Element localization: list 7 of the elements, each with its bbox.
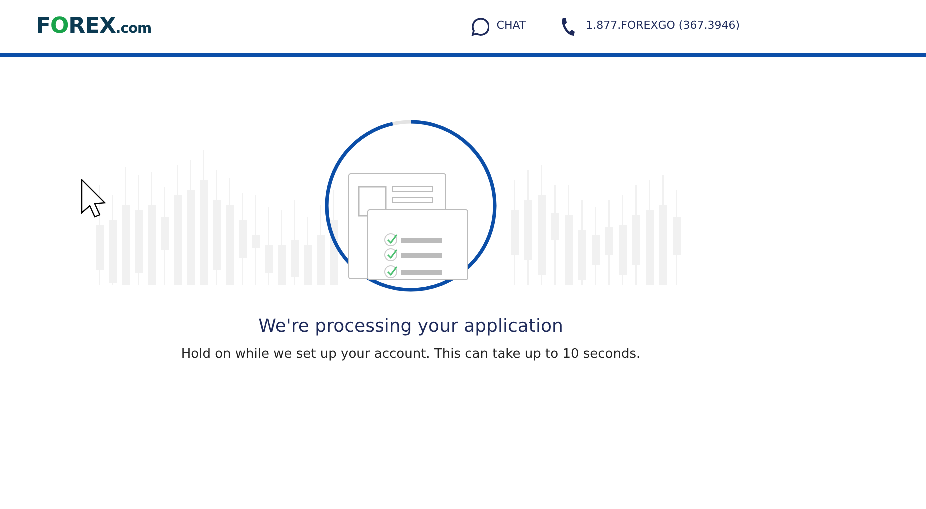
message: Hold on while we set up your account. This can take up to 10 seconds. xyxy=(181,346,641,364)
phone-icon xyxy=(560,16,576,36)
phone-link[interactable]: 1.877.FOREXGO (367.3946) xyxy=(586,18,740,35)
chat-link[interactable]: CHAT xyxy=(496,18,526,35)
logo[interactable]: FOREX.com xyxy=(36,10,152,43)
heading: We're processing your application xyxy=(258,315,564,339)
cursor-icon xyxy=(81,179,107,219)
